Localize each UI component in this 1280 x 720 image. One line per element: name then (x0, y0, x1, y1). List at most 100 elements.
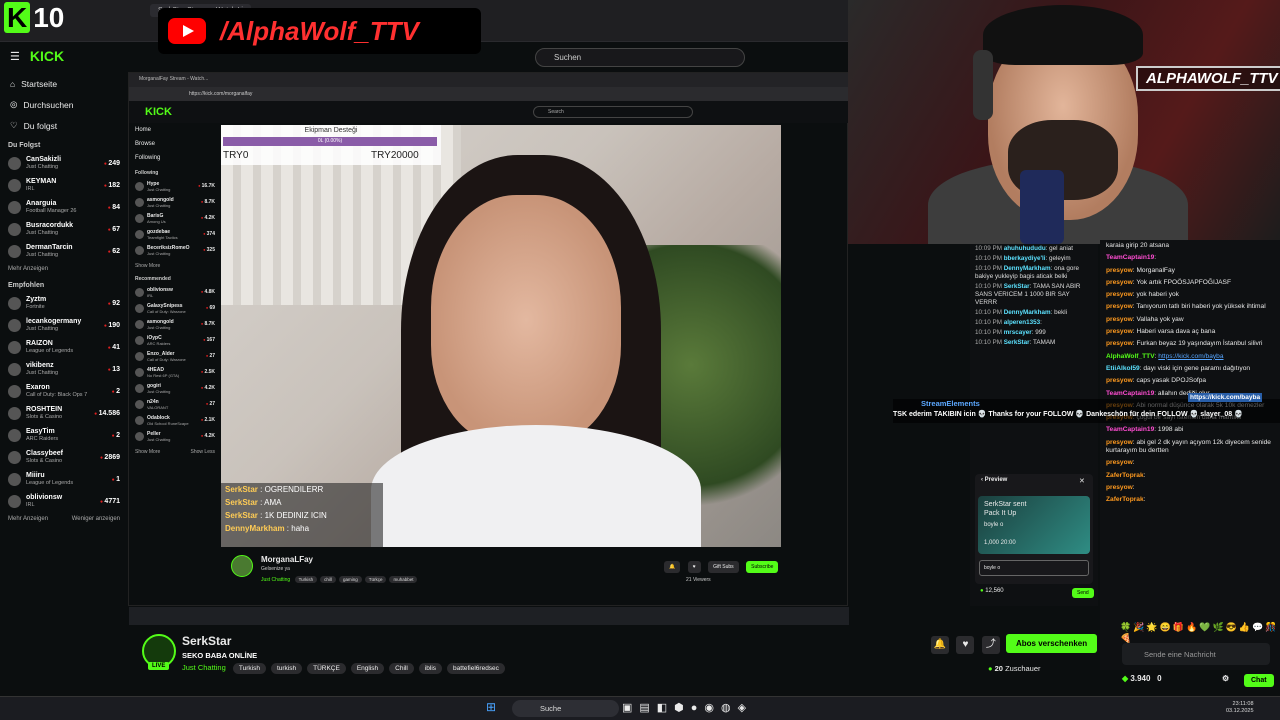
heart-icon[interactable]: ♥ (956, 636, 975, 654)
channel-item[interactable]: n24nVALORANT 27 (129, 396, 221, 412)
chat-username[interactable]: TeamCaptain19 (1106, 426, 1154, 433)
search-input[interactable]: Suchen (535, 48, 745, 67)
inner-nav-item[interactable]: Following (129, 151, 221, 165)
inner-heart-icon[interactable]: ♥ (687, 561, 701, 573)
inner-show-more[interactable]: Show More (129, 258, 221, 271)
nav-item-1[interactable]: ◎ Durchsuchen (0, 94, 128, 115)
inner-tag[interactable]: Türkçe (364, 576, 387, 583)
inner-streamer-name[interactable]: MorganaLFay (261, 555, 313, 564)
share-icon[interactable]: ⤴ (981, 636, 1000, 654)
inner-tag[interactable]: Turkish (294, 576, 318, 583)
inner-streamer-avatar[interactable] (231, 555, 253, 577)
chat-user[interactable]: mrscayer (1004, 329, 1032, 336)
chat-username[interactable]: ZaferToprak (1106, 496, 1144, 503)
preview-message-input[interactable]: boyle o (979, 560, 1089, 576)
chat-username[interactable]: presyow (1106, 459, 1133, 466)
channel-item[interactable]: MiiiruLeague of Legends 1 (0, 468, 128, 490)
stream-tag[interactable]: battefiel6redsec (447, 663, 505, 674)
chat-send-button[interactable]: Chat (1244, 674, 1274, 687)
chat-user[interactable]: DennyMarkham (1004, 309, 1051, 316)
chat-username[interactable]: AlphaWolf_TTV (1106, 353, 1155, 360)
channel-item[interactable]: OdablockOld School RuneScape 2.1K (129, 412, 221, 428)
kick-logo[interactable]: KICK (30, 48, 64, 64)
show-more-link[interactable]: Mehr Anzeigen (0, 262, 128, 276)
channel-item[interactable]: HypeJust Chatting 16.7K (129, 178, 221, 194)
channel-item[interactable]: GalaxySnipessCall of Duty: Warzone 69 (129, 300, 221, 316)
channel-item[interactable]: BusracordukkJust Chatting 67 (0, 218, 128, 240)
nav-item-0[interactable]: ⌂ Startseite (0, 74, 128, 94)
chat-username[interactable]: ZaferToprak (1106, 472, 1144, 479)
taskbar-start-icon[interactable]: ⊞ (486, 700, 502, 714)
video-player[interactable]: Ekipman Desteği 0L (0.00%) TRY0 TRY20000… (221, 125, 781, 547)
nav-item-2[interactable]: ♡ Du folgst (0, 115, 128, 136)
channel-item[interactable]: ClassybeefSlots & Casino 2869 (0, 446, 128, 468)
channel-item[interactable]: AnarguiaFootball Manager 26 84 (0, 196, 128, 218)
channel-item[interactable]: BarisGAmong Us 4.2K (129, 210, 221, 226)
inner-kick-logo[interactable]: KICK (145, 106, 172, 118)
taskbar-search[interactable]: Suche (512, 700, 619, 717)
chat-user[interactable]: DennyMarkham (1004, 265, 1051, 272)
chat-username[interactable]: presyow (1106, 279, 1133, 286)
chat-username[interactable]: presyow (1106, 316, 1133, 323)
inner-show-less[interactable]: Show Less (191, 449, 215, 455)
channel-item[interactable]: CanSakizliJust Chatting 249 (0, 152, 128, 174)
channel-item[interactable]: PellerJust Chatting 4.2K (129, 428, 221, 444)
inner-tag[interactable]: muhabbet (389, 576, 418, 583)
channel-item[interactable]: lecankogermanyJust Chatting 190 (0, 314, 128, 336)
channel-item[interactable]: gogiriJust Chatting 4.2K (129, 380, 221, 396)
channel-item[interactable]: gozdebaeTeamfight Tactics 374 (129, 226, 221, 242)
channel-item[interactable]: DermanTarcinJust Chatting 62 (0, 240, 128, 262)
stream-tag[interactable]: Turkish (232, 663, 266, 674)
channel-item[interactable]: asmongoldJust Chatting 8.7K (129, 194, 221, 210)
chat-text[interactable]: https://kick.com/bayba (1158, 353, 1223, 360)
channel-item[interactable]: KEYMANIRL 182 (0, 174, 128, 196)
chat-username[interactable]: presyow (1106, 267, 1133, 274)
chat-user[interactable]: bberkaydiye'li (1004, 255, 1046, 262)
channel-item[interactable]: oblivionswIRL 4.8K (129, 284, 221, 300)
inner-tab[interactable]: MorganalFay Stream - Watch... (139, 76, 208, 82)
channel-item[interactable]: ROSHTEINSlots & Casino 14.586 (0, 402, 128, 424)
channel-item[interactable]: asmongoldJust Chatting 8.7K (129, 316, 221, 332)
inner-nav-item[interactable]: Home (129, 123, 221, 137)
stream-tag[interactable]: Chill (389, 663, 414, 674)
show-less-link[interactable]: Weniger anzeigen (72, 516, 120, 522)
chat-username[interactable]: TeamCaptain19 (1106, 254, 1154, 261)
channel-item[interactable]: oblivionswIRL 4771 (0, 490, 128, 512)
show-more-link[interactable]: Mehr Anzeigen (8, 516, 48, 522)
bell-icon[interactable]: 🔔 (931, 636, 949, 654)
emote-bar[interactable]: 🍀🎉🌟😄🎁🔥💚🌿😎👍💬🎊🍕 (1120, 622, 1280, 643)
preview-send-button[interactable]: Send (1072, 588, 1094, 598)
channel-item[interactable]: ExaronCall of Duty: Black Ops 7 2 (0, 380, 128, 402)
stream-category[interactable]: Just Chatting (182, 663, 226, 672)
channel-item[interactable]: ZyztmFortnite 92 (0, 292, 128, 314)
inner-category[interactable]: Just Chatting (261, 577, 290, 583)
streamelements-link[interactable]: https://kick.com/bayba (1188, 393, 1263, 402)
inner-nav-item[interactable]: Browse (129, 137, 221, 151)
inner-search-input[interactable]: Search (533, 106, 693, 118)
stream-tag[interactable]: TÜRKÇE (307, 663, 346, 674)
chat-username[interactable]: presyow (1106, 377, 1133, 384)
chat-user[interactable]: SerkStar (1004, 339, 1030, 346)
gear-icon[interactable]: ⚙ (1222, 674, 1229, 683)
close-icon[interactable]: ✕ (1079, 477, 1085, 485)
inner-tag[interactable]: gaming (338, 576, 362, 583)
chat-user[interactable]: SerkStar (1004, 283, 1030, 290)
stream-tag[interactable]: turkish (270, 663, 303, 674)
chat-message-input[interactable]: Sende eine Nachricht (1122, 643, 1270, 665)
chat-user[interactable]: ahuhuhududu (1004, 245, 1046, 252)
inner-subscribe-button[interactable]: Subscribe (746, 561, 779, 573)
chat-username[interactable]: TeamCaptain19 (1106, 390, 1154, 397)
chat-username[interactable]: presyow (1106, 484, 1133, 491)
inner-bell-icon[interactable]: 🔔 (664, 561, 681, 573)
taskbar-app-icons[interactable]: ▣▤◧⬢●◉◍◈ (622, 701, 753, 714)
channel-item[interactable]: BeceriksizRomeOJust Chatting 325 (129, 242, 221, 258)
channel-item[interactable]: 4HEADNo Rest 6P (GTA) 2.5K (129, 364, 221, 380)
channel-item[interactable]: RAIZONLeague of Legends 41 (0, 336, 128, 358)
gift-subs-button[interactable]: Abos verschenken (1006, 634, 1098, 653)
inner-address-bar[interactable]: https://kick.com/morganalfay (129, 87, 849, 101)
chat-username[interactable]: presyow (1106, 291, 1133, 298)
chat-user[interactable]: alperen1353 (1004, 319, 1040, 326)
chat-username[interactable]: presyow (1106, 303, 1133, 310)
channel-item[interactable]: iOypCARC Raiders 167 (129, 332, 221, 348)
menu-icon[interactable]: ☰ (10, 50, 20, 63)
